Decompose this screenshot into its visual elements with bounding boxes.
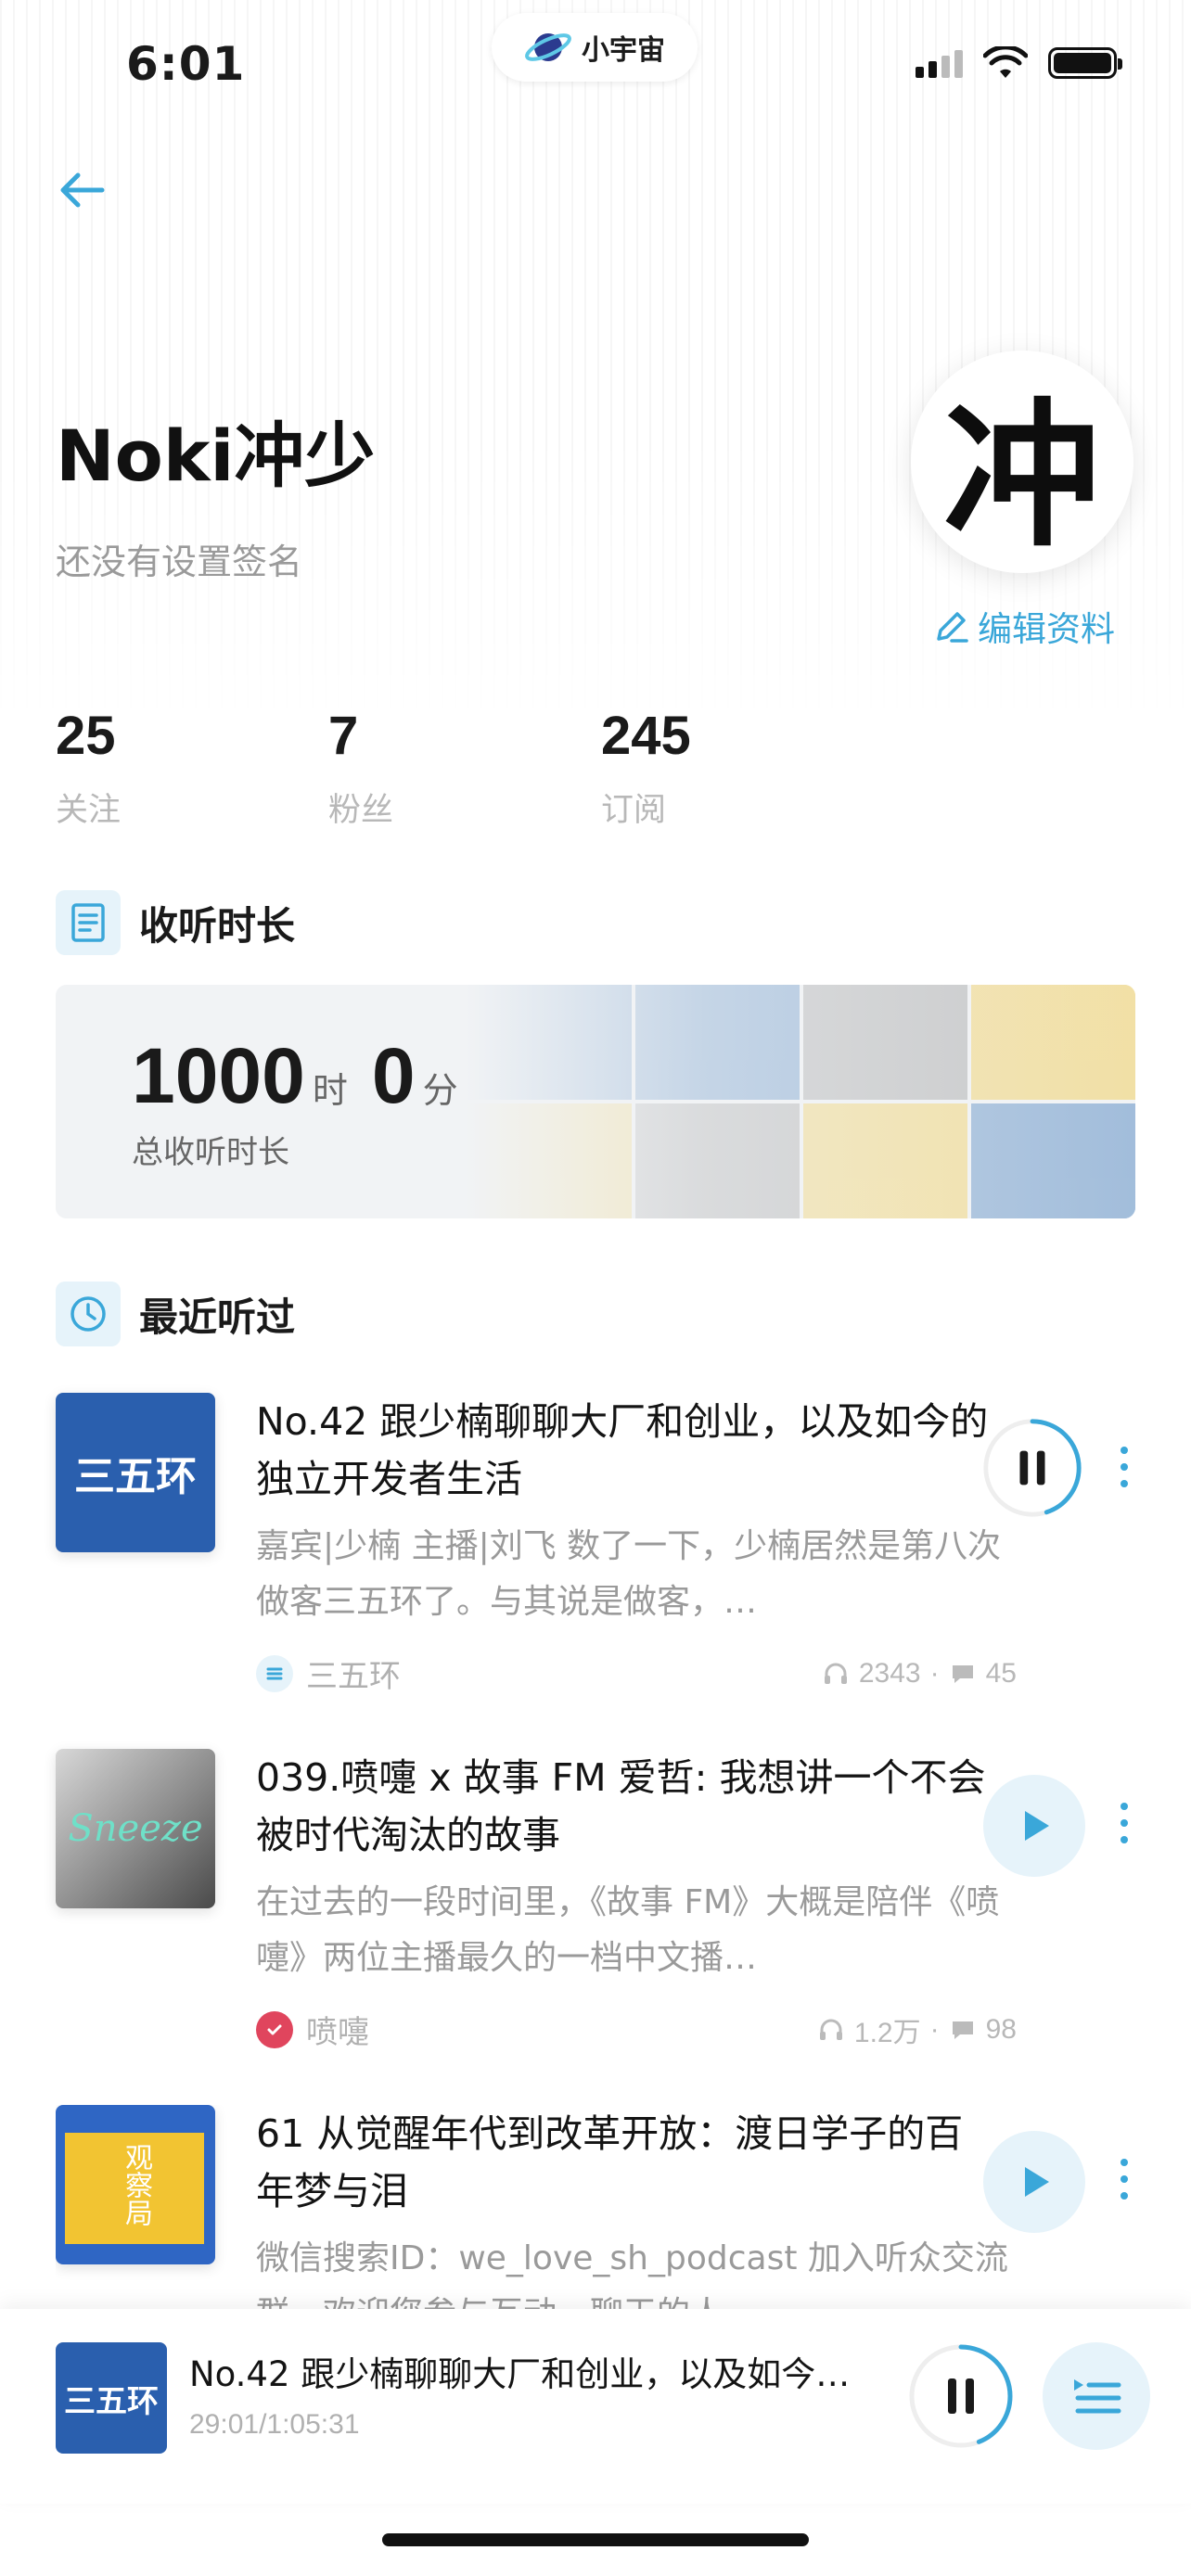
stat-following[interactable]: 25 关注: [56, 709, 328, 831]
episode-meta: 三五环 2343 · 45: [256, 1651, 1017, 1696]
listening-minutes: 0: [371, 1032, 416, 1119]
playlist-icon: [1074, 2379, 1121, 2414]
podcast-link[interactable]: 三五环: [256, 1651, 401, 1696]
list-icon: [256, 1654, 293, 1692]
episode-title: 61 从觉醒年代到改革开放：渡日学子的百年梦与泪: [256, 2111, 964, 2213]
episode-item[interactable]: 观察局 61 从觉醒年代到改革开放：渡日学子的百年梦与泪 微信搜索ID：we_l…: [56, 2105, 1135, 2309]
more-options-icon[interactable]: [1121, 2159, 1128, 2200]
pencil-icon: [937, 612, 968, 643]
episode-cover: Sneeze: [56, 1749, 215, 1908]
episode-meta: 喷嚏 1.2万 · 98: [256, 2007, 1017, 2052]
episode-description: 在过去的一段时间里，《故事 FM》大概是陪伴《喷嚏》两位主播最久的一档中文播…: [256, 1883, 1000, 1977]
episode-counts: 1.2万 · 98: [817, 2009, 1017, 2050]
more-options-icon[interactable]: [1121, 1447, 1128, 1487]
play-icon: [1025, 1811, 1049, 1841]
clock-icon: [56, 1282, 121, 1346]
episode-description: 嘉宾|少楠 主播|刘飞 数了一下，少楠居然是第八次做客三五环了。与其说是做客，…: [256, 1527, 1002, 1621]
episode-item[interactable]: 三五环 No.42 跟少楠聊聊大厂和创业，以及如今的独立开发者生活 嘉宾|少楠 …: [56, 1393, 1135, 1717]
listening-time-card[interactable]: 1000 时 0 分 总收听时长: [56, 985, 1135, 1218]
recent-section-header: 最近听过: [56, 1282, 295, 1346]
comment-count: 98: [985, 2013, 1017, 2045]
play-button[interactable]: [983, 1775, 1085, 1877]
comment-icon: [952, 2021, 973, 2039]
mini-player-progress: 29:01/1:05:31: [189, 2409, 360, 2440]
mini-pause-button[interactable]: [907, 2342, 1015, 2450]
section-title: 最近听过: [139, 1294, 296, 1340]
back-button[interactable]: [58, 162, 122, 218]
episode-title: No.42 跟少楠聊聊大厂和创业，以及如今的独立开发者生活: [256, 1399, 989, 1501]
stat-value: 245: [601, 706, 691, 766]
podcast-name: 三五环: [306, 1658, 401, 1695]
pause-button[interactable]: [981, 1417, 1083, 1519]
progress-ring: [909, 2344, 1013, 2448]
episode-description: 微信搜索ID：we_love_sh_podcast 加入听众交流群，欢迎您参与互…: [256, 2239, 1008, 2309]
play-count: 2343: [858, 1657, 921, 1689]
more-options-icon[interactable]: [1121, 1803, 1128, 1843]
play-count: 1.2万: [853, 2017, 921, 2048]
listening-time-content: 1000 时 0 分 总收听时长: [132, 1031, 475, 1172]
status-icons: [916, 46, 1122, 80]
section-title: 收听时长: [139, 902, 296, 949]
stat-value: 7: [328, 706, 359, 766]
stat-value: 25: [56, 706, 116, 766]
comment-count: 45: [985, 1657, 1017, 1689]
episode-cover: 三五环: [56, 1393, 215, 1552]
episode-cover: 观察局: [56, 2105, 215, 2264]
stats-row: 25 关注 7 粉丝 245 订阅: [56, 709, 874, 831]
mini-player[interactable]: 三五环 No.42 跟少楠聊聊大厂和创业，以及如今… 29:01/1:05:31: [0, 2309, 1191, 2504]
headphones-icon: [819, 2019, 842, 2040]
stat-label: 订阅: [601, 792, 667, 829]
edit-profile-button[interactable]: 编辑资料: [933, 601, 1115, 651]
playlist-button[interactable]: [1043, 2342, 1150, 2450]
episode-item[interactable]: Sneeze 039.喷嚏 x 故事 FM 爱哲: 我想讲一个不会被时代淘汰的故…: [56, 1749, 1135, 2073]
play-button[interactable]: [983, 2131, 1085, 2233]
listening-hours: 1000: [132, 1032, 305, 1119]
listening-section-header: 收听时长: [56, 890, 295, 955]
profile-name: Noki冲少: [56, 414, 376, 497]
stat-followers[interactable]: 7 粉丝: [328, 709, 601, 831]
avatar[interactable]: 冲: [911, 351, 1133, 573]
podcast-link[interactable]: 喷嚏: [256, 2007, 369, 2052]
minutes-unit: 分: [422, 1070, 458, 1111]
mini-player-cover: 三五环: [56, 2342, 167, 2454]
listening-caption: 总收听时长: [132, 1134, 289, 1171]
status-time: 6:01: [126, 37, 246, 91]
app-pill[interactable]: 小宇宙: [492, 13, 698, 82]
episode-counts: 2343 · 45: [822, 1658, 1017, 1690]
document-icon: [56, 890, 121, 955]
wifi-icon: [983, 46, 1028, 78]
stat-label: 粉丝: [328, 792, 394, 829]
stat-label: 关注: [56, 792, 122, 829]
stat-subscriptions[interactable]: 245 订阅: [601, 709, 874, 831]
hours-unit: 时: [312, 1070, 348, 1111]
progress-ring: [983, 1419, 1082, 1517]
battery-icon: [1048, 47, 1122, 79]
home-indicator: [382, 2533, 809, 2546]
mini-player-title: No.42 跟少楠聊聊大厂和创业，以及如今…: [189, 2354, 851, 2394]
arrow-left-icon: [60, 172, 105, 208]
planet-icon: [525, 33, 571, 61]
app-name: 小宇宙: [582, 34, 665, 67]
episode-title: 039.喷嚏 x 故事 FM 爱哲: 我想讲一个不会被时代淘汰的故事: [256, 1755, 986, 1857]
profile-signature: 还没有设置签名: [56, 542, 303, 582]
check-icon: [256, 2010, 293, 2048]
podcast-name: 喷嚏: [306, 2014, 369, 2051]
play-icon: [1025, 2167, 1049, 2197]
edit-profile-label: 编辑资料: [978, 609, 1115, 649]
headphones-icon: [824, 1663, 847, 1684]
signal-icon: [916, 48, 963, 78]
comment-icon: [952, 1664, 973, 1683]
